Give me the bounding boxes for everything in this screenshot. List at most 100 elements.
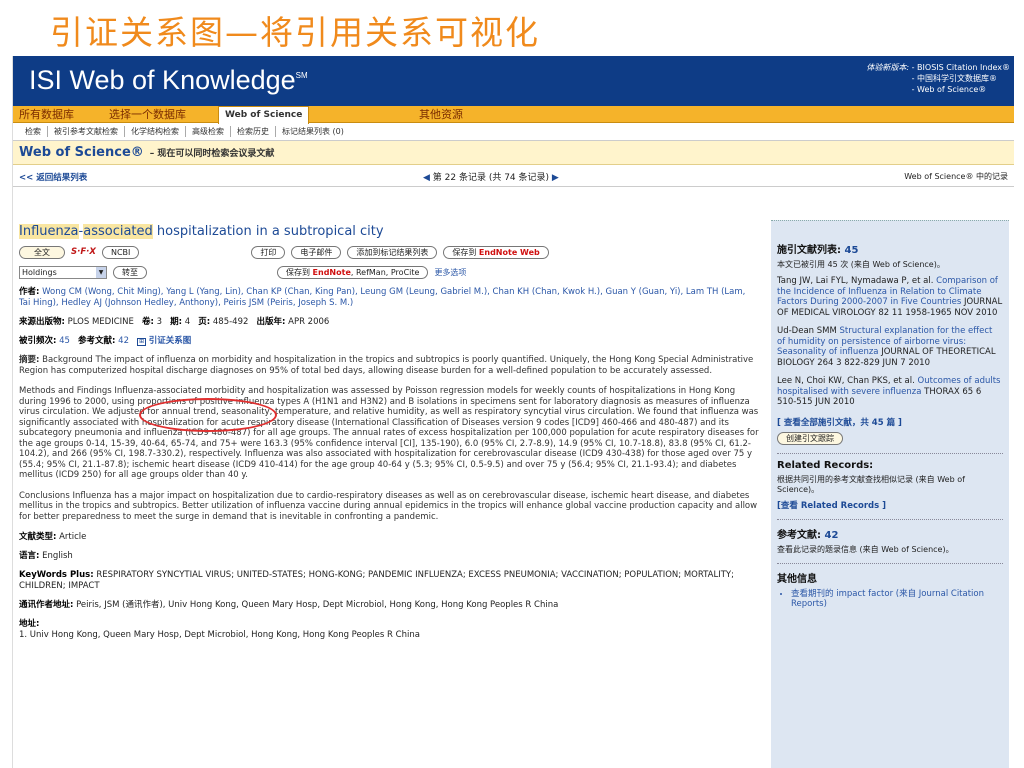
citation-map-link[interactable]: 引证关系图	[149, 336, 192, 346]
subnav-cited-ref-search[interactable]: 被引参考文献检索	[48, 126, 125, 137]
doctype-label: 文献类型:	[19, 532, 57, 542]
times-cited-label: 被引频次:	[19, 336, 57, 346]
reprint-line: 通讯作者地址: Peiris, JSM (通讯作者), Univ Hong Ko…	[19, 600, 759, 611]
record-navigation: << 返回结果列表 ◀ 第 22 条记录 (共 74 条记录) ▶ Web of…	[13, 165, 1014, 187]
abstract-text-1: Background The impact of influenza on mo…	[19, 355, 754, 376]
issue-label: 期:	[170, 317, 183, 327]
tab-web-of-science[interactable]: Web of Science	[218, 106, 310, 124]
back-to-results-link[interactable]: << 返回结果列表	[19, 171, 87, 183]
new-version-item[interactable]: - BIOSIS Citation Index®	[912, 62, 1010, 73]
new-version-item[interactable]: - Web of Science®	[912, 84, 1010, 95]
subnav-structure-search[interactable]: 化学结构检索	[125, 126, 186, 137]
add-marked-button[interactable]: 添加到标记结果列表	[347, 245, 438, 259]
action-row-1: 全文 S·F·X NCBI 打印 电子邮件 添加到标记结果列表 保存到 EndN…	[19, 245, 759, 259]
email-button[interactable]: 电子邮件	[291, 245, 342, 259]
new-version-label: 体验新版本:	[866, 63, 910, 72]
print-button[interactable]: 打印	[251, 245, 286, 259]
citation-authors: Ud-Dean SMM	[777, 326, 837, 336]
impact-factor-link[interactable]: 查看期刊的 impact factor (来自 Journal Citation…	[791, 589, 1003, 610]
keywords-label: KeyWords Plus:	[19, 570, 94, 580]
times-cited-link[interactable]: 45	[59, 336, 70, 346]
pubdate-value: APR 2006	[288, 317, 330, 327]
wos-subtitle: – 现在可以同时检索会议录文献	[149, 149, 275, 159]
tab-all-databases[interactable]: 所有数据库	[13, 106, 80, 123]
pages-label: 页:	[198, 317, 211, 327]
cited-by-count[interactable]: 45	[844, 245, 858, 256]
subnav-advanced-search[interactable]: 高级检索	[186, 126, 231, 137]
database-tabs: 所有数据库 选择一个数据库 Web of Science 其他资源	[13, 106, 1014, 124]
references-title: 参考文献:	[777, 529, 821, 541]
references-sub: 查看此记录的题录信息 (来自 Web of Science)。	[777, 544, 954, 554]
save-to-label-2: 保存到	[286, 267, 310, 277]
logo-text: ISI Web of Knowledge	[29, 65, 296, 95]
subnav-search-history[interactable]: 检索历史	[231, 126, 276, 137]
refs-link[interactable]: 42	[118, 336, 129, 346]
abstract-label: 摘要:	[19, 355, 40, 365]
references-count[interactable]: 42	[824, 530, 838, 541]
cited-by-heading: 施引文献列表: 45	[777, 241, 1003, 256]
record-source-label: Web of Science® 中的记录	[904, 172, 1008, 181]
record-position-text: 第 22 条记录 (共 74 条记录)	[432, 173, 550, 183]
issue-value: 4	[184, 317, 191, 327]
view-related-records-link[interactable]: [查看 Related Records ]	[777, 499, 1003, 511]
isi-banner: ISI Web of KnowledgeSM 体验新版本: - BIOSIS C…	[13, 56, 1014, 106]
abstract-p1: 摘要: Background The impact of influenza o…	[19, 355, 759, 376]
language-value: English	[42, 551, 73, 561]
save-endnote-button[interactable]: 保存到 EndNote, RefMan, ProCite	[277, 265, 429, 279]
highlight-circle	[139, 398, 277, 432]
volume-label: 卷:	[142, 317, 154, 327]
address-line: 地址: 1. Univ Hong Kong, Queen Mary Hosp, D…	[19, 619, 759, 641]
browser-screen: ISI Web of KnowledgeSM 体验新版本: - BIOSIS C…	[12, 56, 1014, 768]
record-title[interactable]: Influenza-associated hospitalization in …	[19, 224, 759, 239]
related-records-heading: Related Records:	[777, 459, 874, 471]
next-record-icon[interactable]: ▶	[552, 173, 559, 183]
view-all-citing-link[interactable]: [ 查看全部施引文献，共 45 篇 ]	[777, 416, 1003, 428]
keywords-value: RESPIRATORY SYNCYTIAL VIRUS; UNITED-STAT…	[19, 570, 734, 591]
record-position: ◀ 第 22 条记录 (共 74 条记录) ▶	[423, 170, 559, 183]
isi-logo[interactable]: ISI Web of KnowledgeSM	[29, 65, 308, 96]
abstract-p2: Methods and Findings Influenza-associate…	[19, 386, 759, 480]
prev-record-icon[interactable]: ◀	[423, 173, 430, 183]
subnav-search[interactable]: 检索	[19, 126, 48, 137]
create-citation-alert-button[interactable]: 创建引文跟踪	[777, 431, 843, 445]
sub-navigation: 检索 被引参考文献检索 化学结构检索 高级检索 检索历史 标记结果列表 (0)	[13, 123, 1014, 141]
tab-other-resources[interactable]: 其他资源	[413, 106, 469, 123]
goto-button[interactable]: 转至	[113, 265, 147, 279]
new-version-box: 体验新版本: - BIOSIS Citation Index® - 中国科学引文…	[866, 62, 1010, 95]
refman-label: RefMan	[355, 267, 386, 277]
volume-value: 3	[156, 317, 163, 327]
title-hl-influenza: Influenza	[19, 224, 79, 239]
citation-map-icon[interactable]: ⊞	[137, 338, 147, 346]
citation-item: Tang JW, Lai FYL, Nymadawa P, et al. Com…	[777, 276, 1003, 318]
title-rest: hospitalization in a subtropical city	[152, 224, 384, 239]
subnav-marked-list[interactable]: 标记结果列表 (0)	[276, 126, 350, 137]
new-version-item[interactable]: - 中国科学引文数据库®	[912, 73, 1010, 84]
more-options-link[interactable]: 更多选项	[434, 267, 466, 278]
source-label: 来源出版物:	[19, 317, 65, 327]
other-info-heading: 其他信息	[777, 573, 817, 585]
authors-links[interactable]: Wong CM (Wong, Chit Ming), Yang L (Yang,…	[19, 287, 745, 308]
holdings-value: Holdings	[22, 267, 57, 277]
citation-authors: Tang JW, Lai FYL, Nymadawa P, et al.	[777, 276, 934, 286]
slide-title: 引证关系图—将引用关系可视化	[50, 13, 540, 52]
citation-item: Ud-Dean SMM Structural explanation for t…	[777, 326, 1003, 368]
fulltext-button[interactable]: 全文	[19, 245, 65, 259]
tab-select-database[interactable]: 选择一个数据库	[103, 106, 192, 123]
authors-label: 作者:	[19, 287, 40, 297]
source-line: 来源出版物: PLOS MEDICINE 卷: 3 期: 4 页: 485-49…	[19, 317, 759, 328]
language-line: 语言: English	[19, 551, 759, 562]
abstract: 摘要: Background The impact of influenza o…	[19, 355, 759, 522]
ncbi-button[interactable]: NCBI	[101, 245, 140, 259]
sfx-button[interactable]: S·F·X	[71, 247, 96, 257]
save-to-label: 保存到	[452, 247, 477, 257]
holdings-select[interactable]: Holdings ▼	[19, 265, 107, 279]
address-label: 地址:	[19, 619, 40, 629]
chevron-down-icon: ▼	[96, 266, 106, 278]
save-endnote-web-button[interactable]: 保存到 EndNote Web	[443, 245, 549, 259]
citation-item: Lee N, Choi KW, Chan PKS, et al. Outcome…	[777, 376, 1003, 408]
title-hl-associated: associated	[83, 224, 153, 239]
record-sidebar: 施引文献列表: 45 本文已被引用 45 次 (来自 Web of Scienc…	[771, 220, 1009, 768]
doctype-value: Article	[59, 532, 87, 542]
cited-by-sub: 本文已被引用 45 次 (来自 Web of Science)。	[777, 260, 945, 269]
language-label: 语言:	[19, 551, 40, 561]
